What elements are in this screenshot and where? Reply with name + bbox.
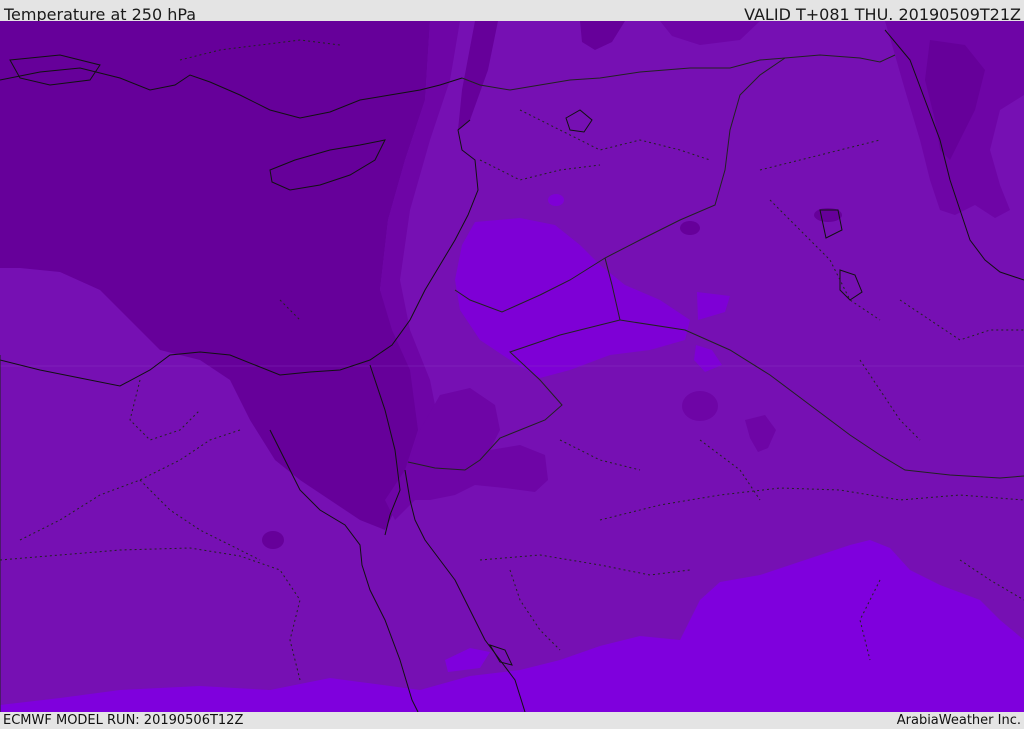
header-bar: Temperature at 250 hPa VALID T+081 THU. … [0,0,1024,24]
credit-label: ArabiaWeather Inc. [896,713,1021,728]
cold-cell-1 [682,391,718,421]
warm-patch-3 [548,194,564,206]
temperature-map[interactable] [0,21,1024,712]
footer-bar: ECMWF MODEL RUN: 20190506T12Z ArabiaWeat… [0,712,1024,729]
model-run-label: ECMWF MODEL RUN: 20190506T12Z [3,713,244,728]
cold-cell-3 [680,221,700,235]
cold-cell-4 [262,531,284,549]
